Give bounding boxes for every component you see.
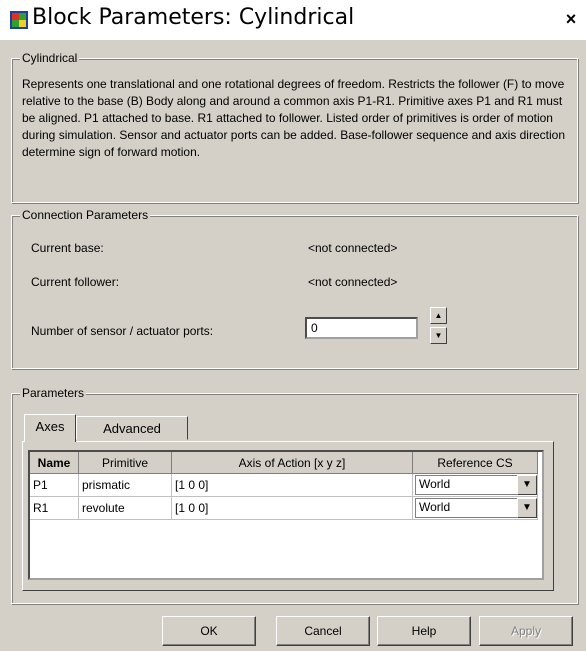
- ports-input[interactable]: 0: [305, 317, 418, 339]
- reference-select[interactable]: World: [415, 498, 533, 518]
- reference-select[interactable]: World: [415, 475, 533, 495]
- spin-down-icon[interactable]: ▼: [430, 327, 447, 344]
- row-reference-cell[interactable]: World ▼: [412, 473, 538, 497]
- simulink-block-icon: [10, 11, 28, 29]
- column-header-name: Name: [30, 452, 79, 474]
- title-bar: Block Parameters: Cylindrical ×: [0, 0, 586, 40]
- row-primitive-cell[interactable]: prismatic: [78, 473, 172, 497]
- column-header-reference: Reference CS: [412, 452, 538, 474]
- row-name-cell[interactable]: R1: [30, 496, 79, 520]
- spin-up-icon[interactable]: ▲: [430, 307, 447, 324]
- block-description: Represents one translational and one rot…: [22, 77, 565, 159]
- cancel-button[interactable]: Cancel: [276, 616, 370, 646]
- chevron-down-icon[interactable]: ▼: [517, 475, 537, 495]
- apply-button[interactable]: Apply: [479, 616, 573, 646]
- row-axis-cell[interactable]: [1 0 0]: [171, 473, 413, 497]
- current-base-label: Current base:: [31, 241, 104, 255]
- axes-grid: Name Primitive Axis of Action [x y z] Re…: [30, 452, 538, 520]
- parameters-group: Parameters Axes Advanced Name Primitive …: [11, 386, 578, 604]
- axes-table: Name Primitive Axis of Action [x y z] Re…: [28, 450, 544, 580]
- current-follower-label: Current follower:: [31, 275, 120, 289]
- row-axis-cell[interactable]: [1 0 0]: [171, 496, 413, 520]
- row-reference-cell[interactable]: World ▼: [412, 496, 538, 520]
- table-row: P1 prismatic [1 0 0] World ▼: [30, 473, 538, 497]
- help-button[interactable]: Help: [377, 616, 471, 646]
- description-group: Cylindrical Represents one translational…: [11, 51, 578, 203]
- chevron-down-icon[interactable]: ▼: [517, 498, 537, 518]
- parameters-legend: Parameters: [20, 386, 87, 400]
- table-header-row: Name Primitive Axis of Action [x y z] Re…: [30, 452, 538, 474]
- window-title: Block Parameters: Cylindrical: [32, 5, 355, 30]
- column-header-axis: Axis of Action [x y z]: [171, 452, 413, 474]
- ok-button[interactable]: OK: [162, 616, 256, 646]
- ports-label: Number of sensor / actuator ports:: [31, 324, 214, 338]
- connection-legend: Connection Parameters: [20, 208, 151, 222]
- tab-axes[interactable]: Axes: [24, 414, 76, 442]
- current-base-value: <not connected>: [308, 241, 398, 255]
- connection-parameters-group: Connection Parameters Current base: <not…: [11, 208, 578, 369]
- row-name-cell[interactable]: P1: [30, 473, 79, 497]
- table-row: R1 revolute [1 0 0] World ▼: [30, 496, 538, 520]
- description-legend: Cylindrical: [20, 51, 80, 65]
- row-primitive-cell[interactable]: revolute: [78, 496, 172, 520]
- tab-advanced[interactable]: Advanced: [76, 416, 188, 440]
- current-follower-value: <not connected>: [308, 275, 398, 289]
- close-icon[interactable]: ×: [560, 8, 582, 30]
- column-header-primitive: Primitive: [78, 452, 172, 474]
